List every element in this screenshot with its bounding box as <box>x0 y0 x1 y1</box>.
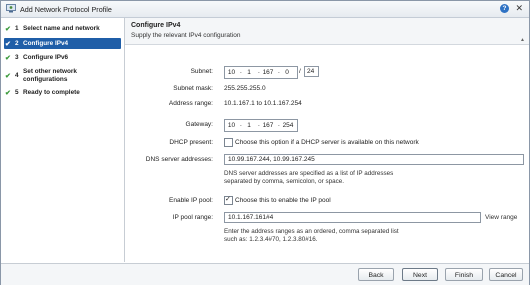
dialog-window: Add Network Protocol Profile ? ✕ ✔ 1 Sel… <box>0 0 530 285</box>
step-number: 3 <box>15 54 19 61</box>
check-icon: ✔ <box>5 73 11 80</box>
prefix-separator: / <box>299 68 301 75</box>
ip-pool-hint-line-2: such as: 1.2.3.4#70, 1.2.3.80#16. <box>224 236 318 243</box>
enable-ip-pool-label: Enable IP pool: <box>169 197 213 204</box>
dns-hint-line-1: DNS server addresses are specified as a … <box>224 170 394 177</box>
subnet-octet-4[interactable]: 0 <box>280 69 294 76</box>
ip-pool-hint-line-1: Enter the address ranges as an ordered, … <box>224 228 399 235</box>
step-set-other-network-configurations[interactable]: ✔ 4 Set other network configurations <box>4 68 121 86</box>
check-icon: ✔ <box>5 90 11 97</box>
step-number: 1 <box>15 25 19 32</box>
dhcp-checkbox[interactable] <box>224 138 233 147</box>
page-subtitle: Supply the relevant IPv4 configuration <box>131 32 241 39</box>
cancel-button[interactable]: Cancel <box>489 268 523 281</box>
subnet-octet-3[interactable]: 167 <box>260 69 276 76</box>
step-number: 4 <box>15 72 19 79</box>
dns-server-input[interactable]: 10.99.167.244, 10.99.167.245 <box>224 154 524 165</box>
page-title: Configure IPv4 <box>131 22 181 29</box>
check-icon: ✔ <box>5 41 11 48</box>
step-label: Select name and network <box>23 25 100 32</box>
scroll-up-icon[interactable]: ▲ <box>520 37 525 43</box>
address-range-label: Address range: <box>168 100 213 107</box>
back-button[interactable]: Back <box>358 268 394 281</box>
gateway-input[interactable]: 10 . 1 . 167 . 254 <box>224 119 298 132</box>
step-configure-ipv6[interactable]: ✔ 3 Configure IPv6 <box>4 54 121 64</box>
step-number: 2 <box>15 40 19 47</box>
enable-ip-pool-checkbox[interactable] <box>224 195 233 205</box>
subnet-mask-label: Subnet mask: <box>173 85 213 92</box>
subnet-octet-2[interactable]: 1 <box>242 69 256 76</box>
ip-pool-range-label: IP pool range: <box>172 214 213 221</box>
step-ready-to-complete[interactable]: ✔ 5 Ready to complete <box>4 89 121 99</box>
dns-label: DNS server addresses: <box>145 156 213 163</box>
help-icon[interactable]: ? <box>500 4 509 13</box>
subnet-octet-1[interactable]: 10 <box>225 69 238 76</box>
check-icon: ✔ <box>5 26 11 33</box>
step-number: 5 <box>15 89 19 96</box>
gateway-octet-2[interactable]: 1 <box>242 122 256 129</box>
step-label: Ready to complete <box>23 89 80 96</box>
dhcp-checkbox-text: Choose this option if a DHCP server is a… <box>235 139 419 146</box>
step-label-line-1: Set other network <box>23 68 77 75</box>
view-range-link[interactable]: View range <box>485 214 517 221</box>
step-label: Configure IPv4 <box>23 40 69 47</box>
ip-pool-range-input[interactable]: 10.1.167.161#4 <box>224 212 481 223</box>
network-profile-icon <box>6 4 16 13</box>
dialog-footer: Back Next Finish Cancel <box>1 263 529 285</box>
close-icon[interactable]: ✕ <box>515 3 523 13</box>
gateway-label: Gateway: <box>185 121 213 128</box>
vertical-scrollbar[interactable]: ▲ ▼ <box>520 37 526 277</box>
address-range-value: 10.1.167.1 to 10.1.167.254 <box>224 100 302 107</box>
step-label-line-2: configurations <box>23 76 68 83</box>
gateway-octet-3[interactable]: 167 <box>260 122 276 129</box>
subnet-input[interactable]: 10 . 1 . 167 . 0 <box>224 66 298 79</box>
window-title: Add Network Protocol Profile <box>20 5 112 14</box>
step-configure-ipv4[interactable]: ✔ 2 Configure IPv4 <box>4 38 121 49</box>
gateway-octet-4[interactable]: 254 <box>280 122 296 129</box>
wizard-steps-sidebar: ✔ 1 Select name and network ✔ 2 Configur… <box>1 18 125 262</box>
title-bar: Add Network Protocol Profile ? ✕ <box>1 1 529 18</box>
gateway-octet-1[interactable]: 10 <box>225 122 238 129</box>
step-label: Configure IPv6 <box>23 54 69 61</box>
dns-hint-line-2: separated by comma, semicolon, or space. <box>224 178 345 185</box>
step-select-name-and-network[interactable]: ✔ 1 Select name and network <box>4 25 121 35</box>
subnet-mask-value: 255.255.255.0 <box>224 85 266 92</box>
page-header: Configure IPv4 Supply the relevant IPv4 … <box>125 18 529 45</box>
enable-ip-pool-text: Choose this to enable the IP pool <box>235 197 331 204</box>
main-panel: Configure IPv4 Supply the relevant IPv4 … <box>125 18 529 277</box>
subnet-prefix-input[interactable]: 24 <box>304 66 319 77</box>
subnet-label: Subnet: <box>190 68 213 75</box>
dhcp-label: DHCP present: <box>169 139 213 146</box>
finish-button[interactable]: Finish <box>445 268 483 281</box>
next-button[interactable]: Next <box>402 268 438 281</box>
check-icon: ✔ <box>5 55 11 62</box>
